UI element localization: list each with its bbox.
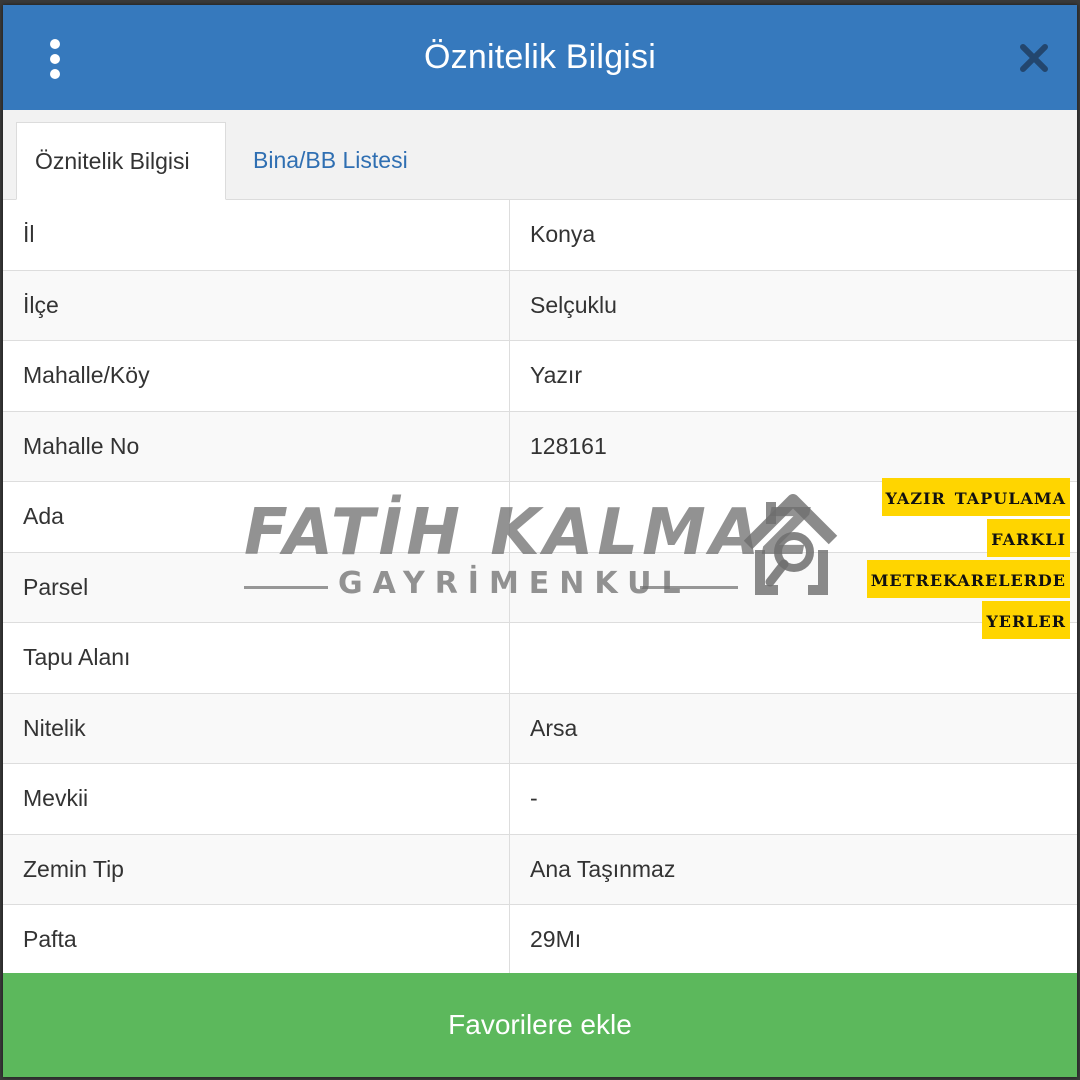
row-value: Yazır [530, 362, 582, 389]
row-value [510, 553, 530, 623]
row-value: Arsa [530, 714, 578, 741]
add-to-favorites-button[interactable]: Favorilere ekle [3, 973, 1077, 1077]
row-key: Zemin Tip [3, 834, 510, 904]
row-value: Selçuklu [530, 291, 617, 318]
kebab-menu-icon[interactable] [41, 39, 69, 79]
promo-overlay: yazır tapulama farklı metrekarelerde yer… [866, 478, 1070, 642]
promo-line: yerler [982, 601, 1070, 639]
table-row: Mevkii - [3, 764, 1077, 835]
row-key: Tapu Alanı [3, 623, 510, 693]
row-value: Ana Taşınmaz [530, 855, 676, 882]
row-key: Mahalle/Köy [3, 341, 510, 411]
tab-bar: Öznitelik Bilgisi Bina/BB Listesi [3, 110, 1077, 200]
table-row: Zemin Tip Ana Taşınmaz [3, 834, 1077, 905]
row-key: Mevkii [3, 764, 510, 834]
promo-line: metrekarelerde [866, 560, 1070, 598]
tab-attribute-info[interactable]: Öznitelik Bilgisi [16, 122, 226, 200]
row-key: Parsel [3, 552, 510, 622]
row-key: İlçe [3, 270, 510, 340]
row-value: Konya [530, 221, 596, 248]
table-row: İlçe Selçuklu [3, 270, 1077, 341]
table-row: Nitelik Arsa [3, 693, 1077, 764]
row-key: Mahalle No [3, 411, 510, 481]
row-value: - [530, 785, 538, 812]
tab-building-list[interactable]: Bina/BB Listesi [235, 122, 426, 199]
promo-line: farklı [987, 519, 1070, 557]
menu-dot [50, 54, 60, 64]
close-icon[interactable] [1017, 41, 1051, 75]
menu-dot [50, 69, 60, 79]
row-key: Nitelik [3, 693, 510, 763]
row-key: Pafta [3, 905, 510, 975]
table-row: Mahalle No 128161 [3, 411, 1077, 482]
row-value [510, 623, 530, 693]
row-value: 29Mı [530, 926, 582, 953]
table-row: Pafta 29Mı [3, 905, 1077, 976]
row-value: 128161 [530, 432, 607, 459]
table-row: İl Konya [3, 200, 1077, 271]
table-row: Mahalle/Köy Yazır [3, 341, 1077, 412]
row-key: Ada [3, 482, 510, 552]
dialog-header: Öznitelik Bilgisi [3, 5, 1077, 110]
row-value [510, 482, 530, 552]
menu-dot [50, 39, 60, 49]
promo-line: yazır tapulama [881, 478, 1070, 516]
row-key: İl [3, 200, 510, 270]
dialog-title: Öznitelik Bilgisi [423, 38, 657, 76]
